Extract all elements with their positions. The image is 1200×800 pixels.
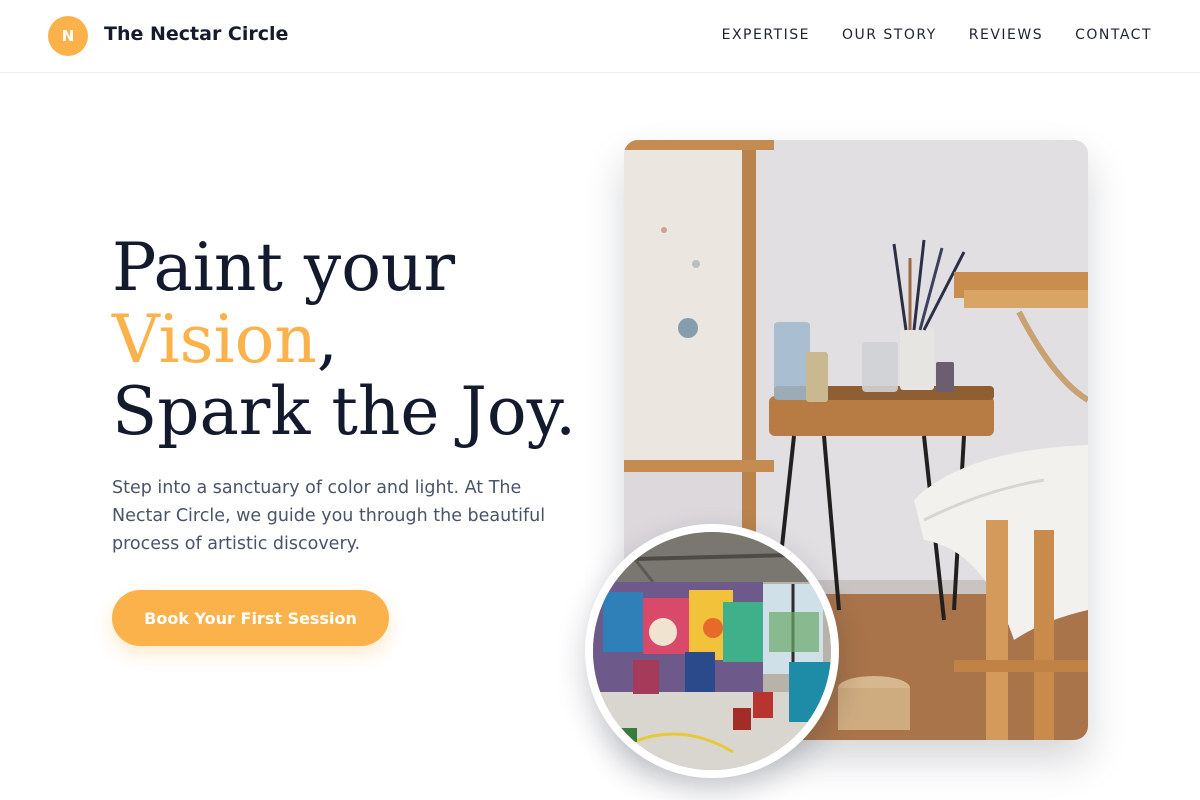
- nav-link-contact[interactable]: CONTACT: [1075, 27, 1152, 43]
- logo-badge[interactable]: N: [48, 16, 88, 56]
- main-nav: EXPERTISE OUR STORY REVIEWS CONTACT: [722, 27, 1152, 43]
- nav-link-expertise[interactable]: EXPERTISE: [722, 27, 810, 43]
- graffiti-studio-illustration: [593, 532, 831, 770]
- headline-line-2: Vision,: [112, 304, 576, 376]
- hero-headline: Paint your Vision, Spark the Joy.: [112, 232, 576, 448]
- brand-name[interactable]: The Nectar Circle: [104, 23, 288, 45]
- headline-accent-word: Vision: [112, 301, 317, 378]
- nav-link-reviews[interactable]: REVIEWS: [969, 27, 1043, 43]
- book-session-button[interactable]: Book Your First Session: [112, 590, 389, 646]
- hero-subtext: Step into a sanctuary of color and light…: [112, 478, 546, 554]
- headline-line-1: Paint your: [112, 229, 455, 306]
- graffiti-studio-photo: [585, 524, 839, 778]
- logo-letter: N: [61, 27, 75, 45]
- site-header: N The Nectar Circle EXPERTISE OUR STORY …: [0, 0, 1200, 73]
- headline-comma: ,: [316, 301, 338, 378]
- headline-line-3: Spark the Joy.: [112, 373, 577, 450]
- nav-link-our-story[interactable]: OUR STORY: [842, 27, 937, 43]
